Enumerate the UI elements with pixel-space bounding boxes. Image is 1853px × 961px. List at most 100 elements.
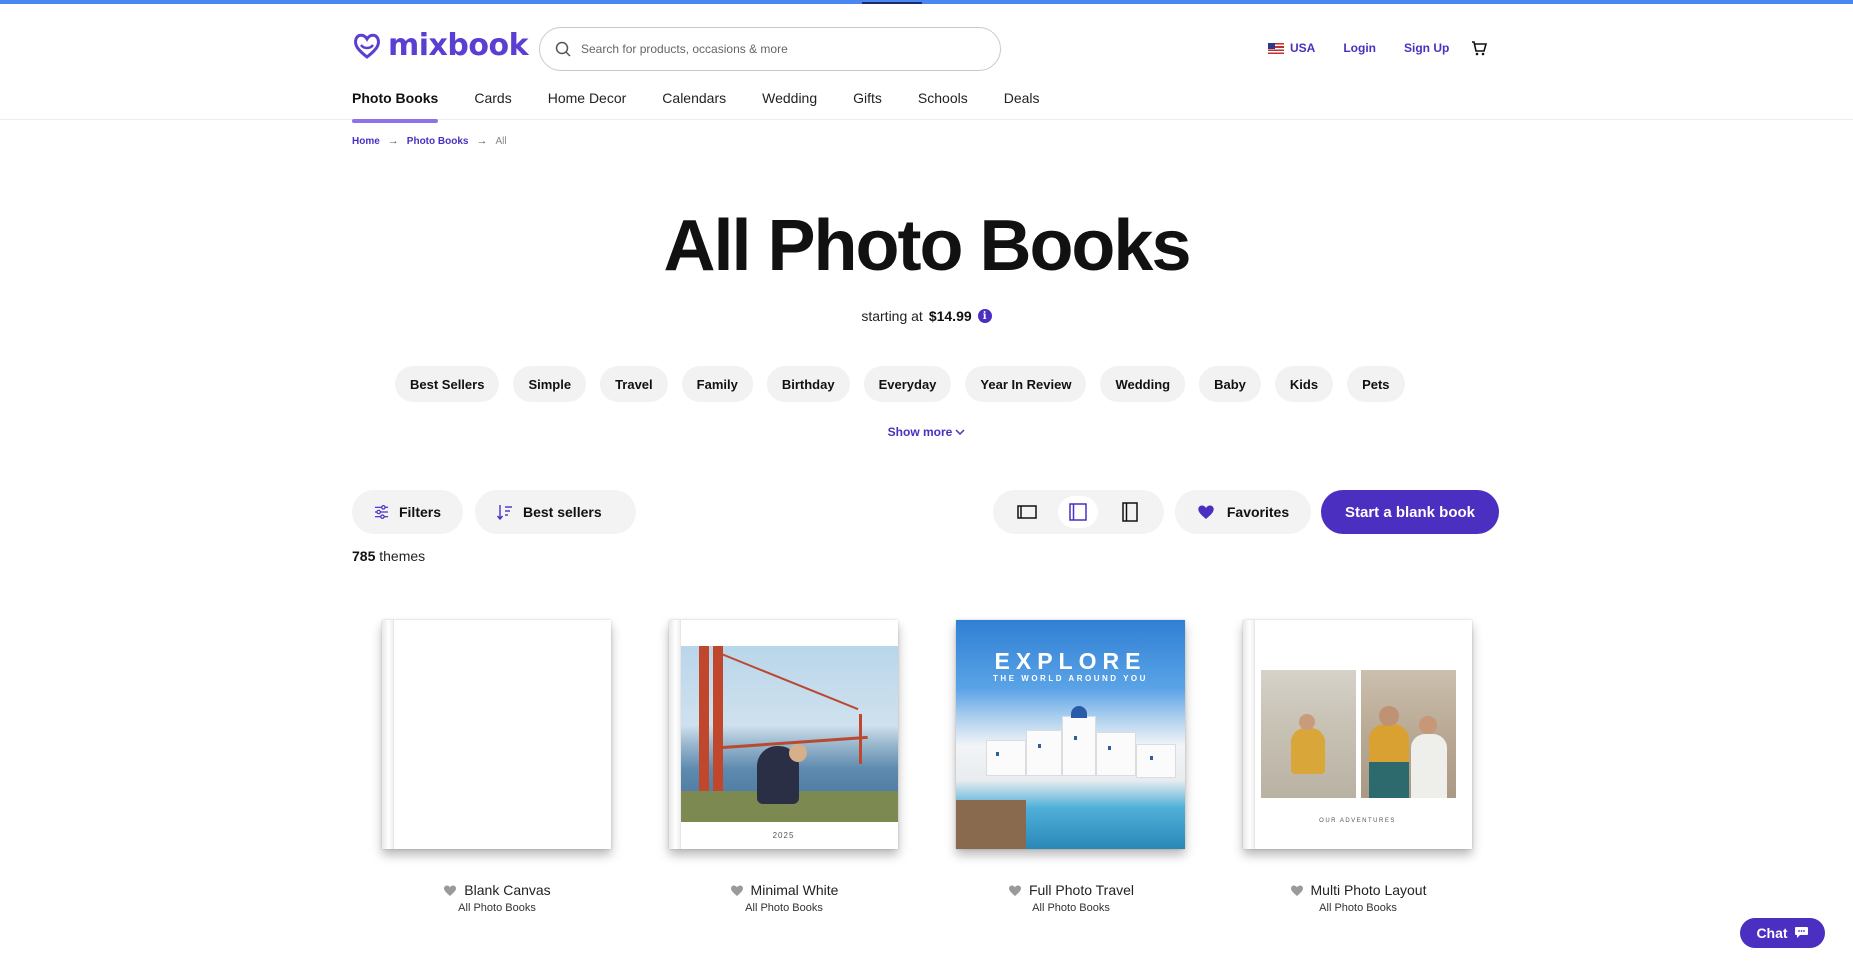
cover-caption: OUR ADVENTURES — [1319, 818, 1396, 824]
product-category: All Photo Books — [745, 902, 823, 914]
chip-best-sellers[interactable]: Best Sellers — [395, 366, 500, 402]
search-bar[interactable] — [539, 27, 1001, 71]
village-church — [1062, 716, 1096, 776]
results-count-label: themes — [379, 548, 426, 564]
login-link[interactable]: Login — [1343, 41, 1376, 55]
filters-label: Filters — [398, 504, 441, 520]
chip-travel[interactable]: Travel — [600, 366, 668, 402]
results-count: 785 themes — [352, 548, 425, 564]
chip-wedding[interactable]: Wedding — [1100, 366, 1186, 402]
favorite-heart-icon[interactable] — [1290, 884, 1304, 897]
results-toolbar: Filters Best sellers — [352, 490, 636, 534]
square-book-icon — [1069, 503, 1088, 521]
search-input[interactable] — [581, 42, 981, 56]
breadcrumb: Home → Photo Books → All — [352, 135, 507, 147]
product-name[interactable]: Minimal White — [751, 882, 839, 898]
chip-family[interactable]: Family — [681, 366, 753, 402]
breadcrumb-photo-books[interactable]: Photo Books — [407, 136, 469, 147]
brand-name: mixbook — [388, 28, 529, 63]
arrow-right-icon: → — [476, 135, 488, 147]
favorite-heart-icon[interactable] — [730, 884, 744, 897]
product-name[interactable]: Blank Canvas — [464, 882, 550, 898]
arrow-right-icon: → — [387, 135, 399, 147]
product-category: All Photo Books — [458, 902, 536, 914]
bridge-cable — [718, 652, 859, 711]
book-cover-blank[interactable] — [382, 620, 611, 849]
view-landscape-button[interactable] — [1007, 496, 1047, 528]
sort-label: Best sellers — [523, 504, 602, 520]
nav-item-home-decor[interactable]: Home Decor — [548, 90, 627, 120]
product-category: All Photo Books — [1032, 902, 1110, 914]
signup-link[interactable]: Sign Up — [1404, 41, 1449, 55]
book-cover-full-photo-travel[interactable]: EXPLORE THE WORLD AROUND YOU — [956, 620, 1185, 849]
country-selector[interactable]: USA — [1268, 41, 1315, 55]
chip-kids[interactable]: Kids — [1274, 366, 1334, 402]
chip-year-in-review[interactable]: Year In Review — [965, 366, 1087, 402]
heart-icon — [1198, 505, 1214, 519]
nav-item-deals[interactable]: Deals — [1004, 90, 1040, 120]
product-category: All Photo Books — [1319, 902, 1397, 914]
chip-baby[interactable]: Baby — [1199, 366, 1261, 402]
child-jacket — [1369, 762, 1409, 798]
village-house — [1026, 730, 1062, 776]
child-figure — [1411, 734, 1447, 798]
book-cover-minimal-white[interactable]: 2025 — [669, 620, 898, 849]
chip-everyday[interactable]: Everyday — [863, 366, 952, 402]
search-icon — [555, 41, 571, 57]
chip-simple[interactable]: Simple — [513, 366, 587, 402]
product-meta: Multi Photo Layout All Photo Books — [1213, 882, 1503, 914]
start-blank-book-button[interactable]: Start a blank book — [1321, 490, 1499, 534]
brand-logo[interactable]: mixbook — [352, 28, 529, 63]
header-actions: USA Login Sign Up — [1268, 40, 1488, 56]
cover-subtitle: THE WORLD AROUND YOU — [993, 674, 1148, 683]
window — [1150, 756, 1153, 760]
product-name[interactable]: Multi Photo Layout — [1311, 882, 1427, 898]
info-icon[interactable]: i — [977, 309, 992, 323]
sort-button[interactable]: Best sellers — [475, 490, 636, 534]
book-spine — [1243, 620, 1255, 849]
favorites-button[interactable]: Favorites — [1175, 490, 1311, 534]
cover-photo-kids-stairs — [1261, 670, 1356, 798]
cover-photo-golden-gate — [669, 646, 898, 822]
child-figure — [1291, 728, 1325, 774]
chip-pets[interactable]: Pets — [1347, 366, 1405, 402]
person-head — [789, 744, 807, 762]
nav-item-schools[interactable]: Schools — [918, 90, 968, 120]
product-name[interactable]: Full Photo Travel — [1029, 882, 1134, 898]
logo-heart-icon — [354, 33, 380, 59]
category-chips: Best Sellers Simple Travel Family Birthd… — [395, 366, 1405, 402]
chevron-down-icon — [955, 429, 965, 436]
filters-button[interactable]: Filters — [352, 490, 463, 534]
cover-year-text: 2025 — [772, 831, 795, 840]
favorite-heart-icon[interactable] — [1008, 884, 1022, 897]
product-meta: Full Photo Travel All Photo Books — [926, 882, 1216, 914]
starting-label: starting at — [861, 308, 923, 324]
chat-bubble-icon — [1794, 927, 1808, 938]
child-head — [1299, 714, 1315, 730]
landscape-book-icon — [1017, 505, 1037, 519]
nav-item-photo-books[interactable]: Photo Books — [352, 90, 439, 123]
show-more-button[interactable]: Show more — [0, 425, 1853, 439]
portrait-book-icon — [1122, 502, 1138, 522]
window — [1038, 744, 1041, 748]
cart-icon[interactable] — [1471, 40, 1488, 56]
favorite-heart-icon[interactable] — [443, 884, 457, 897]
nav-item-wedding[interactable]: Wedding — [762, 90, 817, 120]
church-dome — [1071, 706, 1087, 718]
nav-item-calendars[interactable]: Calendars — [662, 90, 726, 120]
site-header: mixbook USA Login Sign Up Photo Books Ca… — [0, 4, 1853, 123]
nav-item-gifts[interactable]: Gifts — [853, 90, 882, 120]
breadcrumb-home[interactable]: Home — [352, 136, 380, 147]
window — [1074, 736, 1077, 740]
nav-item-cards[interactable]: Cards — [474, 90, 511, 120]
chip-birthday[interactable]: Birthday — [766, 366, 850, 402]
village-house — [986, 740, 1026, 776]
rocks — [956, 800, 1026, 849]
main-nav: Photo Books Cards Home Decor Calendars W… — [352, 90, 1040, 123]
book-cover-multi-photo[interactable]: OUR ADVENTURES — [1243, 620, 1472, 849]
view-square-button[interactable] — [1058, 496, 1099, 528]
chat-button[interactable]: Chat — [1740, 918, 1825, 948]
country-label: USA — [1290, 41, 1316, 55]
chat-label: Chat — [1756, 925, 1788, 941]
view-portrait-button[interactable] — [1110, 496, 1150, 528]
